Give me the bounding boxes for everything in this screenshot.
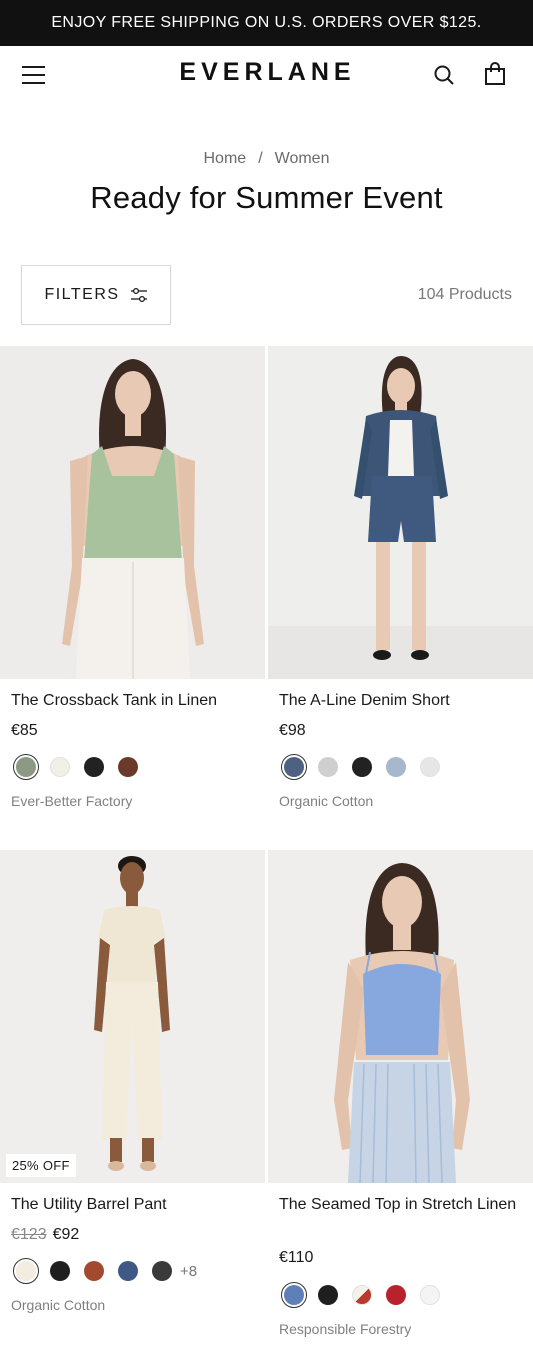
color-swatch[interactable]	[420, 757, 440, 777]
color-swatch[interactable]	[318, 757, 338, 777]
price-current: €98	[279, 722, 306, 739]
product-card[interactable]: 25% OFF The Utility Barrel Pant €123 €92 …	[0, 850, 265, 1313]
color-swatch[interactable]	[118, 1261, 138, 1281]
product-image[interactable]: 25% OFF	[0, 850, 265, 1183]
color-swatch-selected[interactable]	[13, 754, 39, 780]
product-image[interactable]	[268, 850, 533, 1183]
color-swatches	[279, 754, 440, 780]
shopping-bag-icon[interactable]	[484, 62, 506, 86]
breadcrumb-separator: /	[258, 150, 263, 167]
color-swatch[interactable]	[84, 1261, 104, 1281]
color-swatch[interactable]	[152, 1261, 172, 1281]
product-price: €98	[279, 722, 306, 740]
color-swatch-selected[interactable]	[281, 754, 307, 780]
filters-button[interactable]: FILTERS	[21, 265, 171, 325]
color-swatch[interactable]	[352, 1285, 372, 1305]
color-swatch[interactable]	[50, 1261, 70, 1281]
color-swatch[interactable]	[386, 1285, 406, 1305]
product-tag: Ever-Better Factory	[11, 793, 133, 809]
color-swatch[interactable]	[420, 1285, 440, 1305]
product-card[interactable]: The Crossback Tank in Linen €85 Ever-Bet…	[0, 346, 265, 809]
color-swatches	[279, 1282, 440, 1308]
breadcrumb-current-link[interactable]: Women	[275, 150, 330, 167]
breadcrumb-home-link[interactable]: Home	[204, 150, 247, 167]
color-swatches	[11, 754, 138, 780]
filters-label: FILTERS	[44, 286, 120, 303]
color-swatch[interactable]	[386, 757, 406, 777]
product-card[interactable]: The Seamed Top in Stretch Linen €110 Res…	[268, 850, 533, 1337]
product-tag: Organic Cotton	[11, 1297, 106, 1313]
promo-banner[interactable]: ENJOY FREE SHIPPING ON U.S. ORDERS OVER …	[0, 0, 533, 46]
product-tag: Responsible Forestry	[279, 1321, 412, 1337]
color-swatch[interactable]	[318, 1285, 338, 1305]
product-price: €123 €92	[11, 1226, 79, 1244]
product-name[interactable]: The Crossback Tank in Linen	[11, 689, 256, 712]
promo-text: ENJOY FREE SHIPPING ON U.S. ORDERS OVER …	[51, 14, 482, 31]
color-swatch[interactable]	[118, 757, 138, 777]
color-swatch[interactable]	[352, 757, 372, 777]
product-name[interactable]: The Utility Barrel Pant	[11, 1193, 256, 1216]
price-original: €123	[11, 1226, 47, 1243]
more-colors-count[interactable]: +8	[180, 1263, 197, 1280]
search-icon[interactable]	[433, 64, 455, 86]
color-swatch[interactable]	[50, 757, 70, 777]
price-current: €92	[52, 1226, 80, 1243]
discount-badge: 25% OFF	[6, 1154, 76, 1177]
site-header: EVERLANE	[0, 46, 533, 102]
color-swatches: +8	[11, 1258, 197, 1284]
product-tag: Organic Cotton	[279, 793, 374, 809]
product-image[interactable]	[268, 346, 533, 679]
product-image[interactable]	[0, 346, 265, 679]
product-price: €85	[11, 722, 38, 740]
product-name[interactable]: The Seamed Top in Stretch Linen	[279, 1193, 524, 1216]
price-current: €110	[279, 1249, 314, 1266]
product-price: €110	[279, 1249, 313, 1267]
breadcrumb: Home / Women	[0, 150, 533, 168]
color-swatch-selected[interactable]	[13, 1258, 39, 1284]
filter-sliders-icon	[130, 287, 147, 303]
price-current: €85	[11, 722, 38, 739]
color-swatch-selected[interactable]	[281, 1282, 307, 1308]
page-title: Ready for Summer Event	[90, 180, 443, 215]
product-count: 104 Products	[417, 286, 512, 303]
product-card[interactable]: The A-Line Denim Short €98 Organic Cotto…	[268, 346, 533, 809]
product-name[interactable]: The A-Line Denim Short	[279, 689, 524, 712]
color-swatch[interactable]	[84, 757, 104, 777]
